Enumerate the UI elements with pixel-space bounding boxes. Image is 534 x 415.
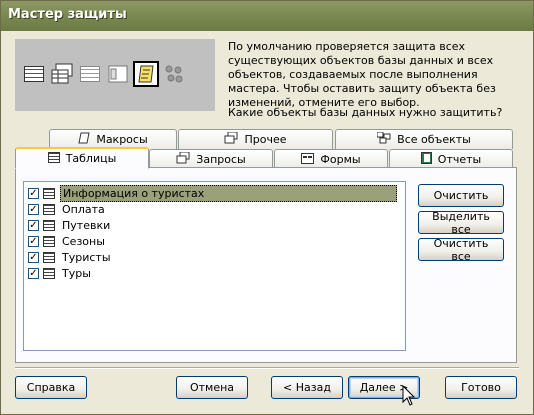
all-objects-icon	[376, 131, 391, 147]
checkbox[interactable]: ✓	[28, 187, 39, 199]
window-title: Мастер защиты	[8, 7, 127, 22]
clear-button[interactable]: Очистить	[418, 184, 504, 207]
tab-label: Таблицы	[65, 152, 117, 165]
table-icon	[43, 267, 55, 279]
tab-all-objects[interactable]: Все объекты	[335, 129, 513, 149]
table-icon	[21, 61, 47, 87]
mouse-pointer-icon	[402, 384, 416, 411]
tab-forms[interactable]: Формы	[274, 149, 388, 169]
table-icon	[43, 203, 55, 215]
list-item-label: Туристы	[62, 250, 111, 264]
objects-preview	[15, 39, 215, 111]
tab-queries[interactable]: Запросы	[149, 149, 273, 169]
other-icon	[224, 131, 238, 147]
report-icon	[420, 152, 432, 167]
tab-other[interactable]: Прочее	[178, 129, 333, 149]
checkbox[interactable]: ✓	[28, 219, 39, 231]
list-item[interactable]: ✓ Оплата	[28, 201, 107, 217]
help-button[interactable]: Справка	[15, 376, 87, 399]
tab-label: Макросы	[96, 133, 148, 146]
wizard-window: Мастер защиты По умолчанию проверяется з…	[0, 0, 534, 415]
checkbox[interactable]: ✓	[28, 251, 39, 263]
tab-label: Прочее	[244, 133, 287, 146]
query-icon	[176, 151, 190, 167]
checkbox[interactable]: ✓	[28, 235, 39, 247]
query-icon	[49, 61, 75, 87]
tab-reports[interactable]: Отчеты	[389, 149, 513, 169]
tab-macros[interactable]: Макросы	[49, 129, 177, 149]
list-item-label: Информация о туристах	[60, 184, 397, 202]
footer-separator	[15, 367, 519, 369]
wizard-description: По умолчанию проверяется защита всех сущ…	[228, 40, 496, 109]
modules-icon	[161, 61, 187, 87]
list-item-label: Путевки	[62, 218, 111, 232]
list-item[interactable]: ✓ Туристы	[28, 249, 113, 265]
tab-label: Запросы	[196, 153, 246, 166]
table-icon	[43, 235, 55, 247]
macro-icon	[133, 61, 159, 87]
list-item[interactable]: ✓ Туры	[28, 265, 93, 281]
objects-listbox[interactable]: ✓ Информация о туристах ✓ Оплата ✓ Путев…	[23, 181, 406, 351]
table-icon	[43, 219, 55, 231]
form-icon	[77, 61, 103, 87]
wizard-question: Какие объекты базы данных нужно защитить…	[228, 106, 503, 119]
list-item-label: Туры	[62, 266, 91, 280]
tab-label: Формы	[320, 153, 361, 166]
tab-panel-tables: ✓ Информация о туристах ✓ Оплата ✓ Путев…	[15, 167, 517, 363]
table-icon	[43, 187, 55, 199]
list-item[interactable]: ✓ Информация о туристах	[28, 184, 397, 202]
list-item[interactable]: ✓ Путевки	[28, 217, 112, 233]
back-button[interactable]: < Назад	[271, 376, 343, 399]
select-all-button[interactable]: Выделить все	[418, 210, 504, 236]
clear-all-button[interactable]: Очистить все	[418, 237, 504, 263]
checkbox[interactable]: ✓	[28, 267, 39, 279]
list-item-label: Сезоны	[62, 234, 105, 248]
wizard-client-area: По умолчанию проверяется защита всех сущ…	[3, 31, 531, 414]
tab-label: Все объекты	[397, 133, 471, 146]
list-item-label: Оплата	[62, 202, 105, 216]
table-icon	[47, 151, 60, 166]
report-icon	[105, 61, 131, 87]
list-item[interactable]: ✓ Сезоны	[28, 233, 107, 249]
title-bar[interactable]: Мастер защиты	[1, 1, 533, 31]
finish-button[interactable]: Готово	[445, 376, 517, 399]
table-icon	[43, 251, 55, 263]
tab-tables[interactable]: Таблицы	[15, 147, 149, 169]
cancel-button[interactable]: Отмена	[176, 376, 248, 399]
tab-label: Отчеты	[437, 153, 482, 166]
macro-icon	[78, 132, 90, 147]
checkbox[interactable]: ✓	[28, 203, 39, 215]
form-icon	[301, 152, 315, 167]
